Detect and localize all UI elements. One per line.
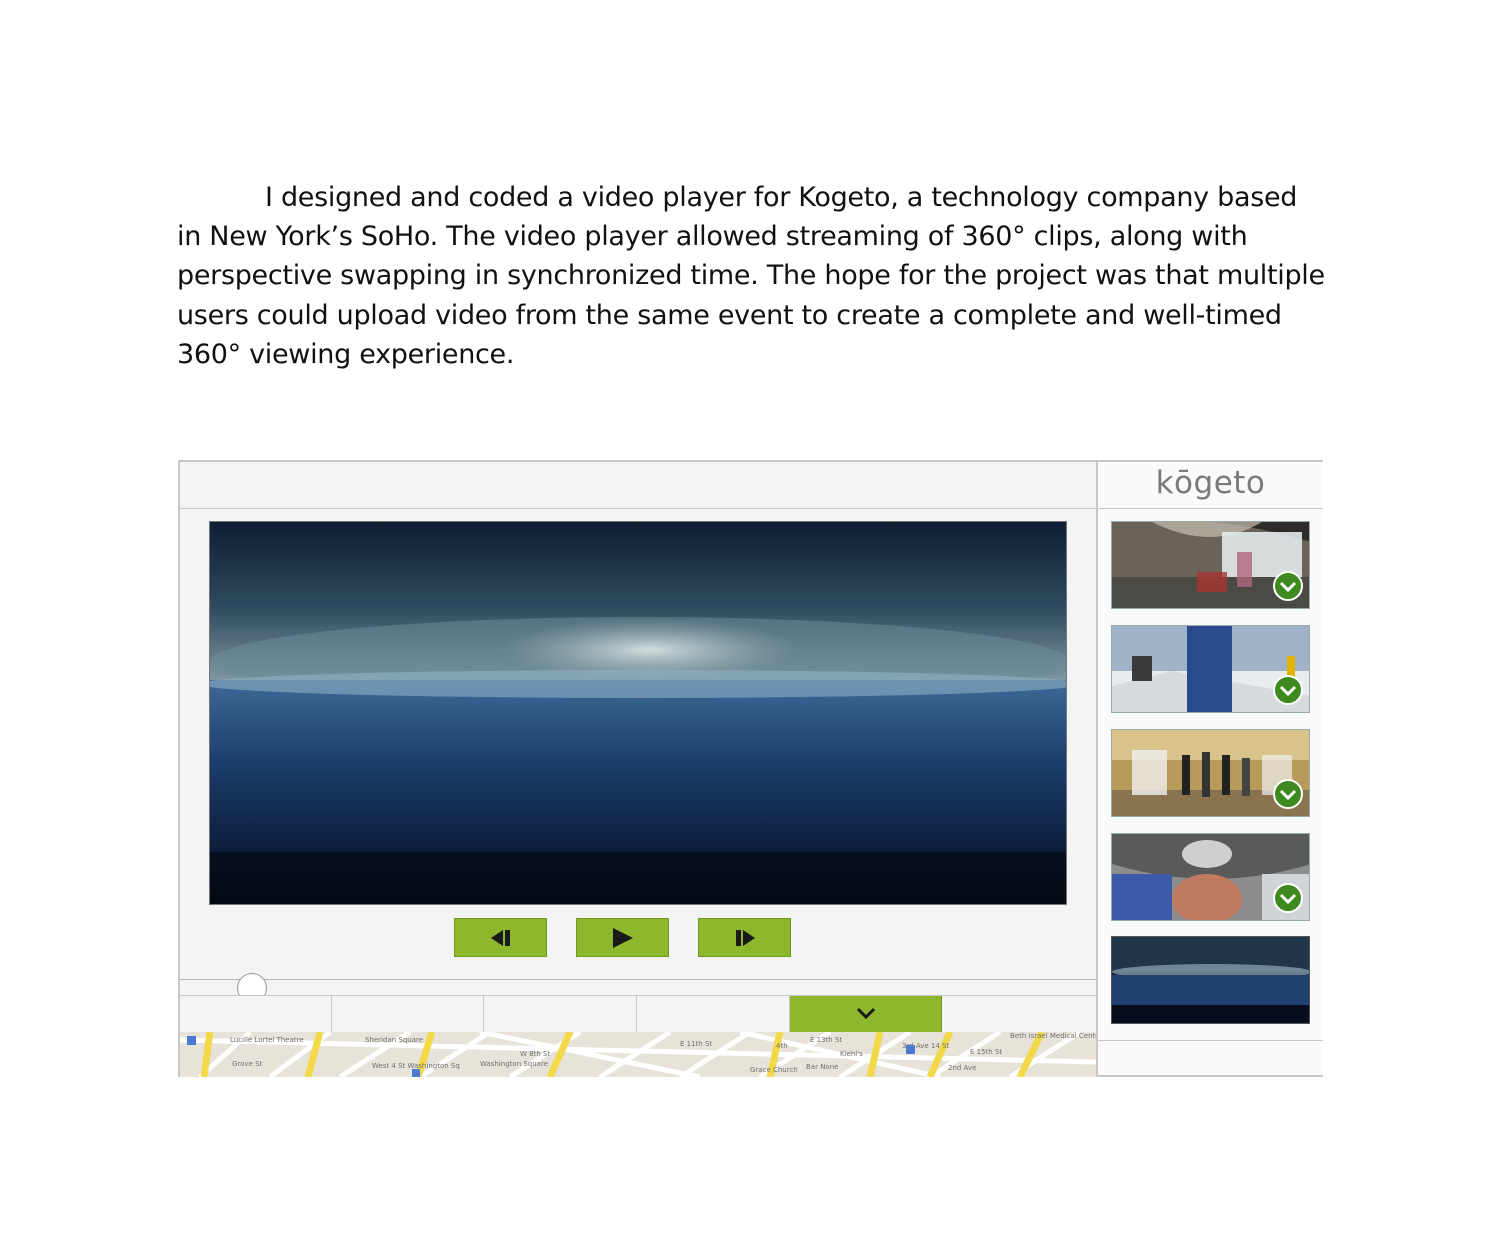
map-label: Beth Israel Medical Center	[1010, 1032, 1096, 1040]
logo-area: kōgeto	[1098, 462, 1323, 509]
map-label: Grace Church	[750, 1066, 798, 1074]
clip-sidebar: kōgeto	[1096, 462, 1323, 1075]
chevron-down-icon	[856, 1007, 876, 1020]
map-label: Grove St	[232, 1060, 263, 1068]
main-video[interactable]	[209, 521, 1067, 905]
map-label: Bar None	[806, 1063, 838, 1071]
map-label: 2nd Ave	[948, 1064, 976, 1072]
map-label: Lucille Lortel Theatre	[230, 1036, 304, 1044]
play-button[interactable]	[576, 918, 669, 957]
clip-thumbnail-2[interactable]	[1111, 625, 1310, 713]
tab-5-active[interactable]	[790, 996, 942, 1033]
check-icon	[1273, 779, 1303, 809]
map-label: W 8th St	[520, 1050, 550, 1058]
intro-text: I designed and coded a video player for …	[177, 182, 1325, 370]
step-forward-icon	[735, 929, 755, 946]
check-icon	[1273, 675, 1303, 705]
scrub-track[interactable]	[180, 979, 1096, 980]
map-label: E 15th St	[970, 1048, 1002, 1056]
thumbnail-image	[1112, 937, 1309, 1023]
video-frame	[210, 522, 1066, 904]
player-top-bar	[180, 462, 1096, 509]
tab-bar	[180, 995, 1096, 1033]
check-icon	[1273, 883, 1303, 913]
check-icon	[1273, 571, 1303, 601]
subway-icon	[906, 1045, 915, 1054]
map-label: West 4 St Washington Sq	[372, 1062, 460, 1070]
step-back-button[interactable]	[454, 918, 547, 957]
tab-1[interactable]	[180, 996, 332, 1033]
tab-6[interactable]	[943, 996, 1095, 1033]
location-map[interactable]: Lucille Lortel Theatre Grove St Sheridan…	[180, 1032, 1096, 1077]
map-label: E 11th St	[680, 1040, 712, 1048]
tab-4[interactable]	[638, 996, 790, 1033]
tab-3[interactable]	[485, 996, 637, 1033]
map-tiles: Lucille Lortel Theatre Grove St Sheridan…	[180, 1032, 1096, 1077]
step-forward-button[interactable]	[698, 918, 791, 957]
map-label: E 13th St	[810, 1036, 842, 1044]
clip-thumbnail-3[interactable]	[1111, 729, 1310, 817]
subway-icon	[187, 1036, 196, 1045]
map-label: Washington Square	[480, 1060, 548, 1068]
clip-thumbnail-4[interactable]	[1111, 833, 1310, 921]
clip-thumbnail-5[interactable]	[1111, 936, 1310, 1024]
map-label: Sheridan Square	[365, 1036, 423, 1044]
intro-paragraph: I designed and coded a video player for …	[177, 178, 1327, 374]
sidebar-divider	[1098, 1040, 1323, 1041]
map-label: 4th	[776, 1042, 788, 1050]
tab-2[interactable]	[332, 996, 484, 1033]
subway-icon	[412, 1069, 420, 1077]
map-label: Kiehl's	[840, 1050, 863, 1058]
play-icon	[612, 927, 633, 948]
step-back-icon	[490, 929, 510, 946]
video-player: Lucille Lortel Theatre Grove St Sheridan…	[178, 460, 1323, 1077]
kogeto-logo: kōgeto	[1155, 465, 1266, 501]
clip-thumbnail-1[interactable]	[1111, 521, 1310, 609]
